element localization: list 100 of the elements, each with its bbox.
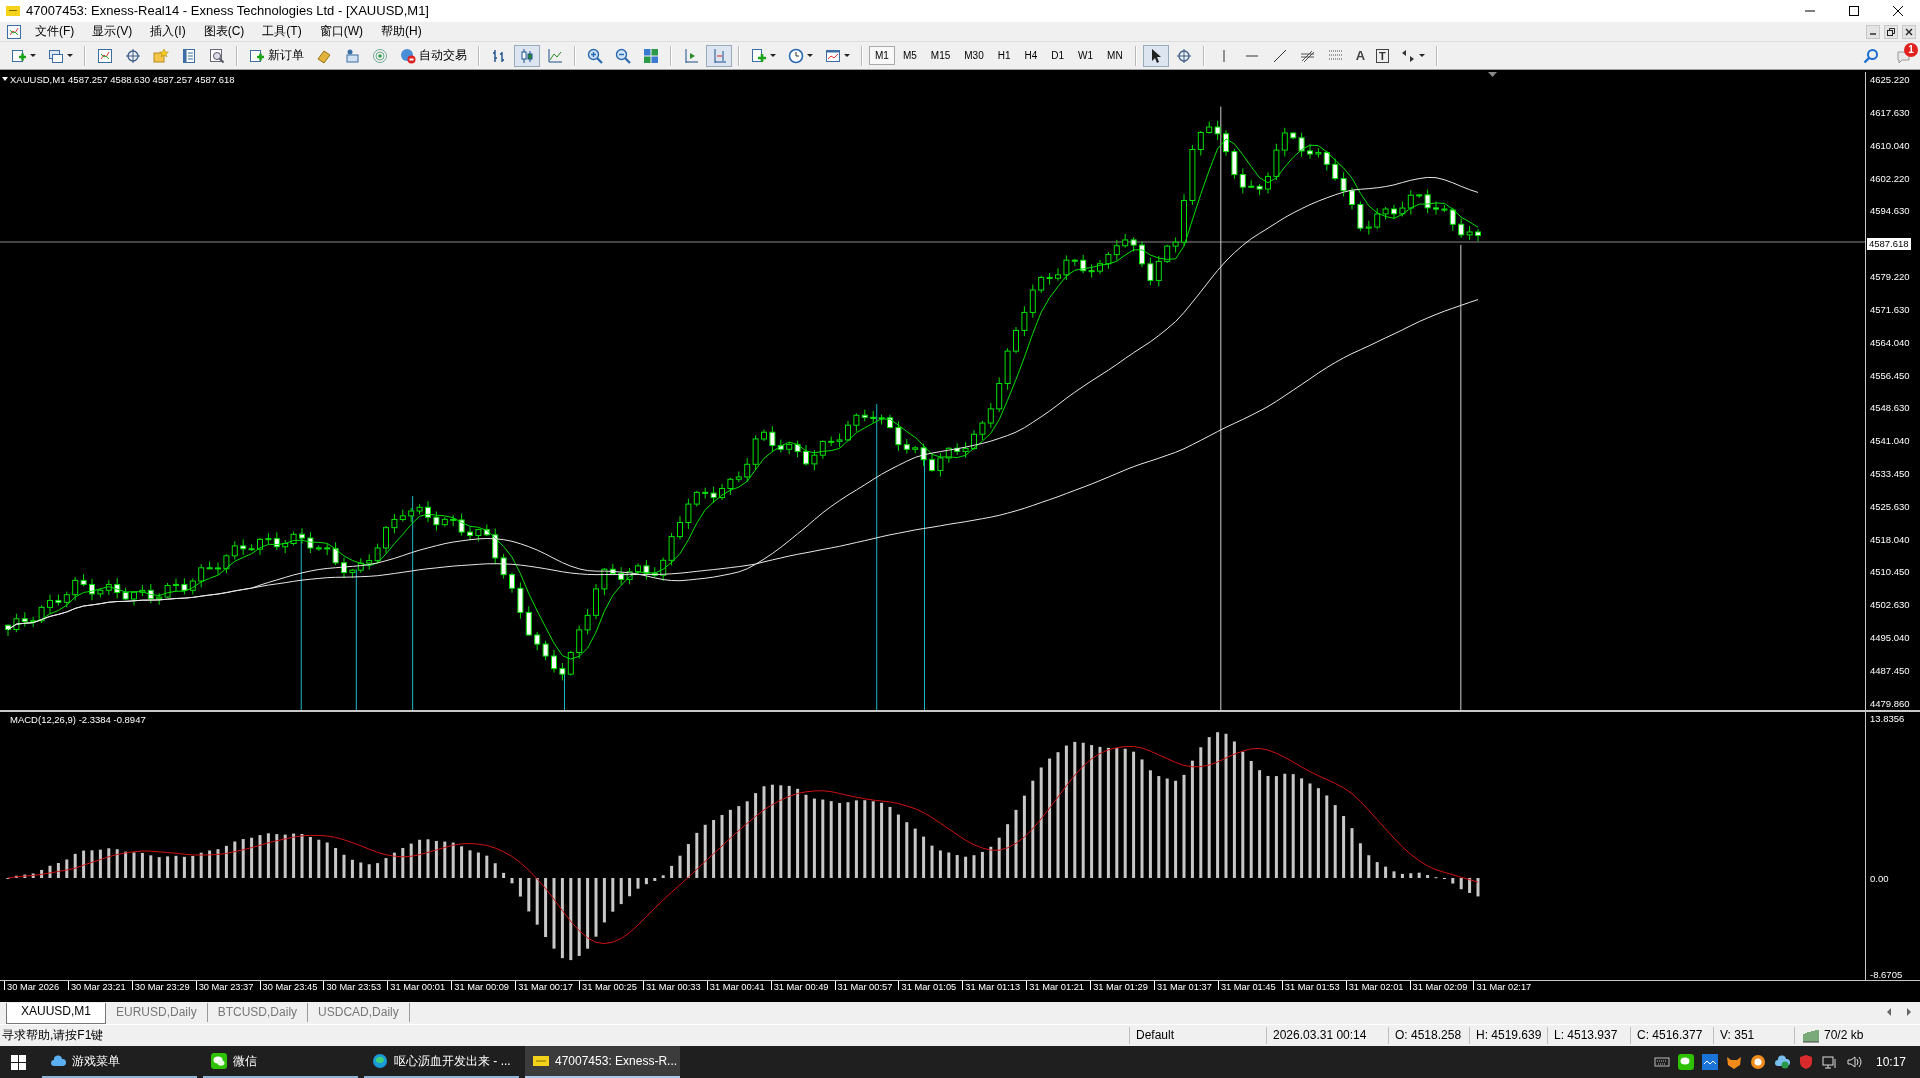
stacked-windows-icon[interactable] (48, 47, 64, 64)
zoom-in-icon[interactable] (587, 47, 603, 64)
caret-icon[interactable] (807, 54, 813, 58)
timeframe-button[interactable]: M30 (958, 46, 990, 66)
minimize-icon[interactable] (1866, 24, 1880, 39)
chart-tab[interactable]: USDCAD,Daily (308, 1002, 410, 1022)
time-axis-label: 31 Mar 00:49 (770, 981, 835, 991)
close-icon[interactable] (1892, 4, 1904, 17)
chat-icon[interactable] (1677, 1054, 1694, 1071)
chart-window-icon[interactable] (97, 47, 113, 64)
coin-icon[interactable] (1749, 1054, 1766, 1071)
crosshair-icon[interactable] (125, 47, 141, 64)
text-label-tool[interactable]: T (1376, 48, 1389, 63)
taskbar-button[interactable]: 微信 (203, 1046, 358, 1078)
price-axis-label: 4502.630 (1870, 599, 1911, 612)
chart-tab[interactable]: BTCUSD,Daily (207, 1002, 309, 1022)
time-axis-label: 30 Mar 23:29 (131, 981, 196, 991)
text-tool[interactable]: A (1350, 47, 1371, 65)
shield-icon[interactable] (1797, 1054, 1814, 1071)
profile-name: Default (1129, 1027, 1266, 1045)
tile-windows-icon[interactable] (643, 47, 659, 64)
time-axis-label: 31 Mar 00:33 (642, 981, 707, 991)
speaker-icon[interactable] (1845, 1054, 1862, 1071)
taskbar-button[interactable]: 47007453: Exness-R... (525, 1046, 680, 1078)
macd-axis-label: -8.6705 (1870, 969, 1904, 982)
menu-item[interactable]: 文件(F) (26, 22, 84, 42)
chart-window-icon[interactable] (6, 23, 22, 40)
time-axis-label: 31 Mar 00:41 (706, 981, 771, 991)
timeframe-button[interactable]: H1 (991, 46, 1017, 66)
caret-icon[interactable] (30, 54, 36, 58)
list-window-icon[interactable] (181, 47, 197, 64)
network-icon[interactable] (1821, 1054, 1838, 1071)
timeframe-button[interactable]: M1 (869, 46, 895, 66)
time-axis-label: 31 Mar 02:09 (1409, 981, 1474, 991)
price-axis-label: 4533.450 (1870, 468, 1911, 480)
macd-axis-label: 13.8356 (1870, 713, 1906, 726)
current-price-label: 4587.618 (1867, 238, 1911, 251)
low-price: L: 4513.937 (1547, 1027, 1630, 1045)
price-axis-label: 4594.630 (1870, 205, 1911, 218)
bar-chart-icon[interactable] (491, 47, 507, 64)
scroll-left-icon[interactable] (1886, 1007, 1892, 1016)
connection-bars-icon (1803, 1027, 1819, 1044)
bar-time: 2026.03.31 00:14 (1266, 1027, 1388, 1045)
chart-info: XAUUSD,M1 4587.257 4588.630 4587.257 4587.618 (10, 74, 235, 86)
time-axis-label: 31 Mar 02:01 (1345, 981, 1410, 991)
auto-trading-button[interactable]: 自动交易 (395, 44, 472, 68)
timeframe-button[interactable]: H4 (1018, 46, 1044, 66)
timeframe-button[interactable]: D1 (1045, 46, 1071, 66)
magnifier-window-icon[interactable] (209, 47, 225, 64)
person-monitor-icon[interactable] (344, 47, 360, 64)
timeframe-button[interactable]: M5 (896, 46, 923, 66)
crosshair-icon[interactable] (1175, 47, 1192, 64)
search-icon[interactable] (1863, 47, 1879, 64)
document-plus-icon[interactable] (11, 47, 27, 64)
time-axis-label: 30 Mar 23:21 (67, 981, 132, 991)
windows-logo-icon[interactable] (10, 1054, 26, 1070)
time-axis-label: 30 Mar 23:53 (323, 981, 388, 991)
chart-shift-icon[interactable] (683, 47, 699, 64)
timeframe-button[interactable]: M15 (924, 46, 957, 66)
indicator-plus-icon[interactable] (751, 47, 767, 64)
timeframe-button[interactable]: MN (1101, 46, 1129, 66)
taskbar-button[interactable]: 游戏菜单 (42, 1046, 197, 1078)
clock-icon[interactable] (788, 47, 804, 64)
price-axis-label: 4541.040 (1870, 435, 1911, 448)
price-axis-label: 4625.220 (1870, 74, 1911, 87)
candlestick-icon[interactable] (519, 47, 535, 64)
timeframe-button[interactable]: W1 (1072, 46, 1100, 66)
chart-tab[interactable]: XAUUSD,M1 (6, 1002, 106, 1024)
price-axis-label: 4510.450 (1870, 566, 1911, 579)
menu-item[interactable]: 帮助(H) (372, 22, 431, 42)
new-order-button[interactable]: 新订单 (244, 44, 309, 68)
price-axis-label: 4602.220 (1870, 172, 1911, 185)
menu-item[interactable]: 窗口(W) (310, 22, 372, 42)
line-chart-icon[interactable] (547, 47, 563, 64)
trend-line-icon[interactable] (1271, 47, 1288, 64)
caret-icon[interactable] (1418, 54, 1425, 58)
maximize-icon[interactable] (1848, 4, 1860, 17)
wave-tile-icon[interactable] (1701, 1054, 1718, 1071)
menu-item[interactable]: 显示(V) (83, 22, 142, 42)
scroll-right-icon[interactable] (1906, 1007, 1912, 1016)
fox-icon[interactable] (1725, 1054, 1742, 1071)
taskbar-button[interactable]: 呕心沥血开发出来 - ... (364, 1046, 519, 1078)
caret-icon[interactable] (844, 54, 850, 58)
macd-axis-label: 0.00 (1870, 873, 1890, 886)
open-price: O: 4518.258 (1388, 1027, 1469, 1045)
restore-icon[interactable] (1884, 24, 1898, 39)
template-icon[interactable] (825, 47, 841, 64)
caret-icon[interactable] (770, 54, 776, 58)
price-axis-label: 4556.450 (1870, 369, 1911, 382)
menu-item[interactable]: 插入(I) (141, 22, 195, 42)
menu-item[interactable]: 工具(T) (253, 22, 311, 42)
collapse-triangle-icon[interactable] (2, 77, 8, 82)
cloud-sync-icon[interactable] (1773, 1054, 1790, 1071)
price-axis-label: 4487.450 (1870, 664, 1911, 677)
caret-icon[interactable] (67, 54, 73, 58)
chart-tab[interactable]: EURUSD,Daily (106, 1002, 208, 1022)
zoom-out-icon[interactable] (615, 47, 631, 64)
time-axis-label: 31 Mar 01:13 (962, 981, 1027, 991)
star-folder-icon[interactable] (153, 47, 169, 64)
menu-item[interactable]: 图表(C) (194, 22, 254, 42)
